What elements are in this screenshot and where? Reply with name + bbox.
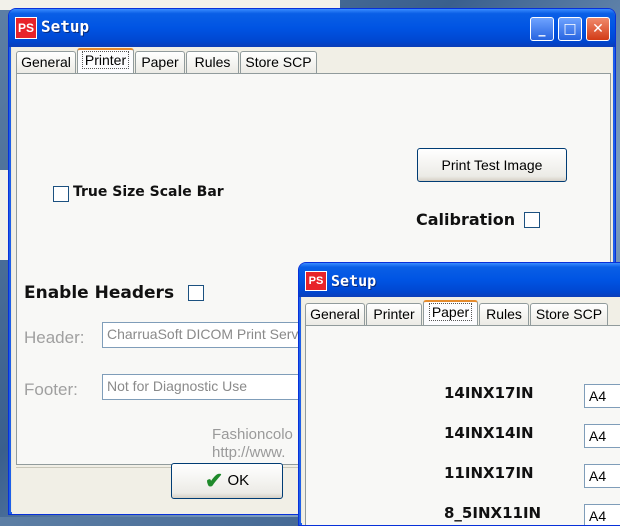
tab-paper[interactable]: Paper	[135, 51, 185, 73]
paper-size-label: 8_5INX11IN	[444, 504, 542, 522]
window-title: Setup	[331, 272, 377, 290]
tab-store-scp[interactable]: Store SCP	[240, 51, 317, 73]
tab-label: General	[310, 306, 360, 322]
tab-printer[interactable]: Printer	[77, 48, 134, 73]
tab-label: Paper	[428, 303, 473, 321]
paper-size-label: 11INX17IN	[444, 464, 534, 482]
enable-headers-checkbox[interactable]	[188, 285, 204, 301]
tab-rules[interactable]: Rules	[186, 51, 239, 73]
print-test-image-button[interactable]: Print Test Image	[417, 148, 567, 182]
calibration-checkbox[interactable]	[524, 212, 540, 228]
ok-button[interactable]: ✔ OK	[171, 463, 283, 499]
footer-input[interactable]: Not for Diagnostic Use	[102, 374, 312, 400]
tab-label: Printer	[81, 51, 130, 69]
credits-text: Fashioncolo http://www.	[212, 426, 293, 462]
title-bar[interactable]: PS Setup _ □ ✕	[9, 9, 615, 47]
maximize-button[interactable]: □	[558, 17, 582, 41]
close-button[interactable]: ✕	[586, 17, 610, 41]
tab-label: General	[21, 54, 71, 70]
paper-tab-panel: 14INX17IN A4 14INX14IN A4 11INX17IN A4 8…	[305, 325, 620, 525]
tab-label: Store SCP	[245, 54, 312, 70]
enable-headers-label: Enable Headers	[24, 283, 175, 303]
ps-app-icon: PS	[15, 17, 37, 39]
button-label: Print Test Image	[441, 157, 543, 173]
footer-label: Footer:	[24, 380, 78, 399]
minimize-button[interactable]: _	[530, 17, 554, 41]
title-bar[interactable]: PS Setup	[299, 263, 620, 297]
maximize-icon: □	[563, 21, 577, 37]
header-label: Header:	[24, 328, 85, 347]
minimize-icon: _	[538, 21, 546, 37]
tab-label: Rules	[194, 54, 231, 70]
tab-label: Printer	[373, 306, 415, 322]
tab-general[interactable]: General	[16, 51, 76, 73]
tab-label: Paper	[141, 54, 179, 70]
tab-general[interactable]: General	[305, 303, 365, 325]
paper-size-select[interactable]: A4	[584, 384, 620, 408]
tab-store-scp[interactable]: Store SCP	[530, 303, 608, 325]
checkmark-icon: ✔	[204, 468, 224, 494]
calibration-label: Calibration	[416, 210, 516, 229]
paper-size-label: 14INX14IN	[444, 424, 534, 442]
tab-label: Rules	[486, 306, 522, 322]
tab-printer[interactable]: Printer	[366, 303, 422, 325]
setup-window-paper: PS Setup General Printer Paper Rules Sto…	[298, 262, 620, 526]
credits-line-2: http://www.	[212, 444, 286, 461]
header-input[interactable]: CharruaSoft DICOM Print Server	[102, 322, 312, 348]
tab-rules[interactable]: Rules	[479, 303, 529, 325]
true-size-scale-bar-checkbox[interactable]	[53, 186, 69, 202]
window-title: Setup	[41, 17, 90, 36]
ps-app-icon: PS	[305, 271, 327, 291]
tab-paper[interactable]: Paper	[423, 300, 478, 325]
credits-line-1: Fashioncolo	[212, 426, 293, 443]
tab-label: Store SCP	[535, 306, 603, 322]
paper-size-select[interactable]: A4	[584, 464, 620, 488]
window-client-area: General Printer Paper Rules Store SCP 14…	[302, 297, 620, 525]
close-icon: ✕	[592, 21, 604, 37]
ok-label: OK	[227, 472, 250, 490]
paper-size-label: 14INX17IN	[444, 384, 534, 402]
paper-size-select[interactable]: A4	[584, 504, 620, 525]
true-size-scale-bar-label: True Size Scale Bar	[73, 184, 224, 200]
paper-size-select[interactable]: A4	[584, 424, 620, 448]
